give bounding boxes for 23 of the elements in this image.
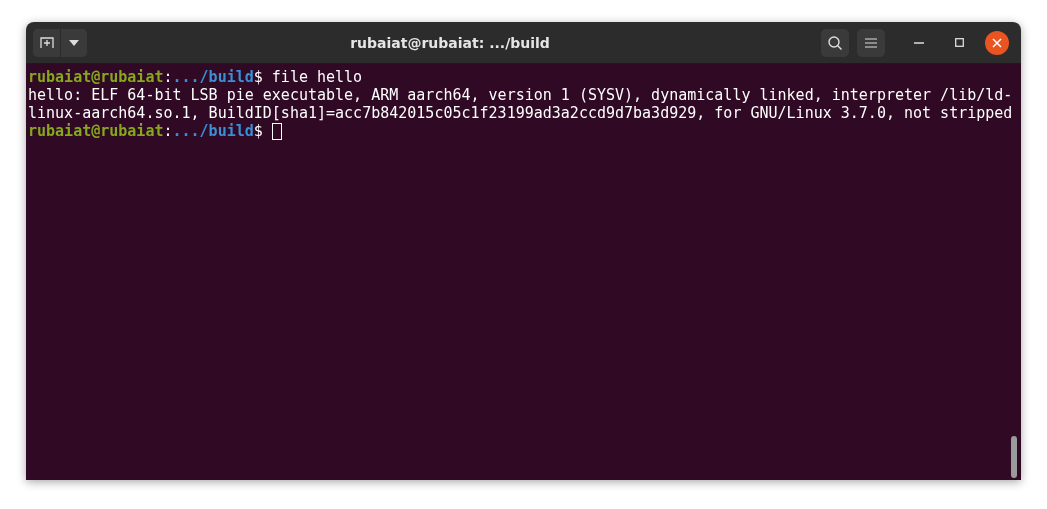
output-text: linux-aarch64.so.1, BuildID[sha1]=acc7b842015c05c1f23199ad3a2ccd9d7ba3d929, for GNU/Linux 3.7.0, not stripped — [28, 104, 1013, 122]
scrollbar[interactable] — [1011, 436, 1017, 478]
search-button[interactable] — [821, 28, 849, 57]
command-text: file hello — [270, 68, 363, 86]
prompt-user: rubaiat@rubaiat — [28, 122, 164, 140]
menu-icon — [865, 37, 877, 48]
caret-icon — [69, 39, 79, 46]
window-title: rubaiat@rubaiat: .../build — [349, 34, 551, 51]
close-icon — [992, 37, 1002, 48]
close-button[interactable] — [985, 30, 1009, 55]
prompt-separator: : — [163, 122, 173, 140]
plus-icon — [39, 36, 54, 49]
prompt-path: .../build — [172, 122, 254, 140]
prompt-path: .../build — [172, 68, 254, 86]
output-text: hello: ELF 64-bit LSB pie executable, ARM aarch64, version 1 (SYSV), dynamically linked, interpreter /lib/ld- — [28, 86, 1013, 104]
maximize-icon — [954, 38, 964, 47]
prompt-symbol: $ — [253, 122, 263, 140]
prompt-symbol: $ — [253, 68, 263, 86]
prompt-user: rubaiat@rubaiat — [28, 68, 164, 86]
search-icon — [827, 34, 843, 51]
prompt-separator: : — [163, 68, 173, 86]
minimize-icon — [914, 41, 924, 44]
menu-button[interactable] — [857, 28, 885, 57]
